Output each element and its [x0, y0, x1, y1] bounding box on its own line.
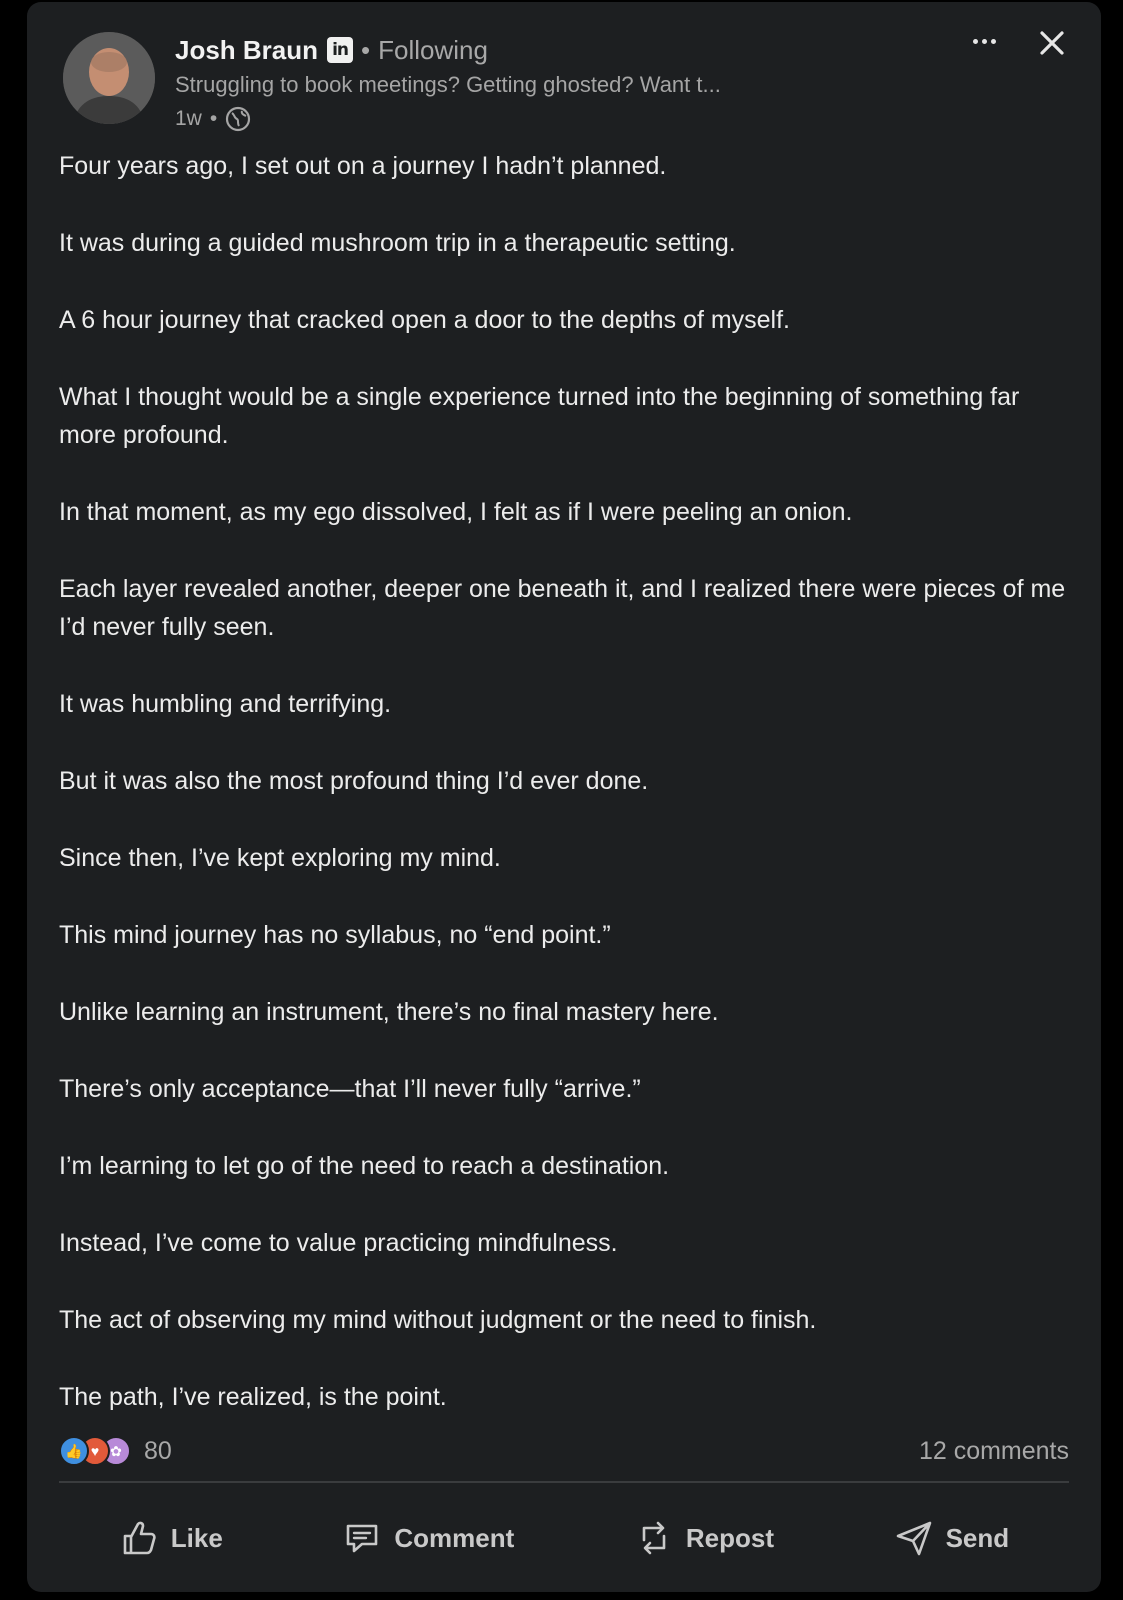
repost-label: Repost	[685, 1522, 774, 1553]
social-counts: 👍 ♥ ✿ 80 12 comments	[59, 1434, 1069, 1468]
send-button[interactable]: Send	[894, 1518, 1010, 1558]
repost-button[interactable]: Repost	[634, 1518, 774, 1558]
post-paragraph: This mind journey has no syllabus, no “e…	[59, 921, 611, 949]
more-options-icon[interactable]	[969, 26, 999, 56]
globe-icon	[226, 106, 251, 132]
author-name[interactable]: Josh Braun	[175, 35, 318, 66]
like-reaction-icon: 👍	[59, 1436, 89, 1466]
post-paragraph: It was humbling and terrifying.	[59, 690, 392, 718]
reaction-count[interactable]: 80	[144, 1437, 172, 1466]
linkedin-icon: in	[327, 37, 354, 63]
post-paragraph: Each layer revealed another, deeper one …	[59, 575, 1066, 641]
post-paragraph: Since then, I’ve kept exploring my mind.	[59, 844, 501, 872]
comment-label: Comment	[394, 1522, 515, 1553]
author-headline: Struggling to book meetings? Getting gho…	[175, 72, 721, 97]
reactions-summary[interactable]: 👍 ♥ ✿ 80	[59, 1436, 172, 1466]
send-label: Send	[945, 1522, 1010, 1553]
post-paragraph: I’m learning to let go of the need to re…	[59, 1152, 670, 1180]
post-time: 1w	[175, 107, 202, 130]
comment-icon	[347, 1524, 378, 1553]
post-paragraph: In that moment, as my ego dissolved, I f…	[59, 498, 853, 526]
repost-icon	[642, 1521, 666, 1555]
post-paragraph: The act of observing my mind without jud…	[59, 1306, 817, 1334]
separator-dot: •	[361, 34, 371, 65]
comments-count[interactable]: 12 comments	[919, 1437, 1069, 1466]
post-paragraph: What I thought would be a single experie…	[59, 383, 1020, 449]
author-avatar[interactable]	[63, 32, 155, 124]
post-body: Four years ago, I set out on a journey I…	[59, 147, 1069, 1416]
comment-button[interactable]: Comment	[342, 1518, 514, 1558]
post-paragraph: Unlike learning an instrument, there’s n…	[59, 998, 719, 1026]
following-status[interactable]: Following	[378, 35, 488, 66]
post-meta: 1w •	[175, 106, 825, 132]
post-paragraph: The path, I’ve realized, is the point.	[59, 1383, 447, 1411]
post-paragraph: Four years ago, I set out on a journey I…	[59, 152, 667, 180]
action-bar: Like Comment Repost Send	[59, 1502, 1069, 1574]
post-paragraph: There’s only acceptance—that I’ll never …	[59, 1075, 641, 1103]
post-paragraph: Instead, I’ve come to value practicing m…	[59, 1229, 618, 1257]
like-button[interactable]: Like	[119, 1518, 223, 1558]
like-label: Like	[170, 1522, 223, 1553]
post-header: Josh Braun in • Following Struggling to …	[175, 32, 825, 132]
thumbs-up-icon	[123, 1521, 156, 1555]
close-icon[interactable]	[1035, 26, 1069, 60]
divider	[59, 1481, 1069, 1483]
separator-dot: •	[209, 107, 218, 130]
post-modal: Josh Braun in • Following Struggling to …	[27, 2, 1101, 1592]
post-paragraph: But it was also the most profound thing …	[59, 767, 649, 795]
send-icon	[896, 1521, 931, 1556]
post-paragraph: It was during a guided mushroom trip in …	[59, 229, 736, 257]
post-paragraph: A 6 hour journey that cracked open a doo…	[59, 306, 791, 334]
